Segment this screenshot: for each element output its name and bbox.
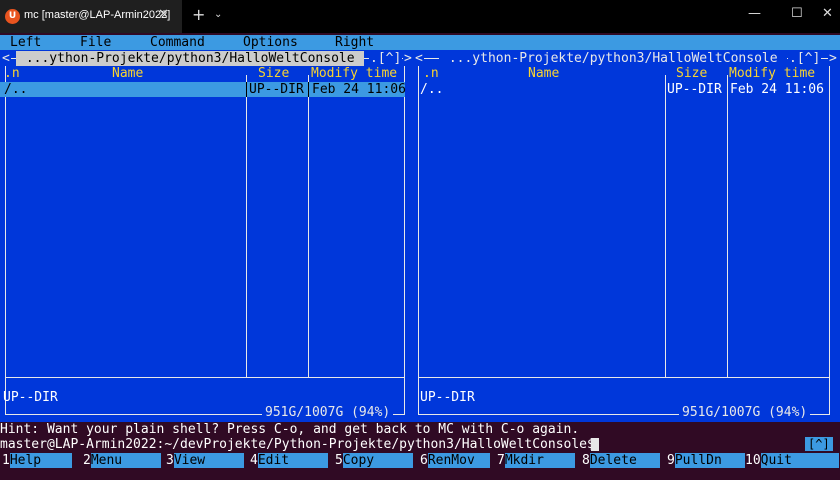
right-panel[interactable]: < ...ython-Projekte/python3/HalloWeltCon… xyxy=(413,50,840,422)
sort-indicator[interactable]: .n xyxy=(423,66,439,81)
free-space: 951G/1007G (94%) xyxy=(262,405,394,420)
fkey-label: Help xyxy=(9,453,72,468)
history-back-arrow[interactable]: < xyxy=(1,51,11,66)
fkey-label: Edit xyxy=(257,453,328,468)
hint-line: Hint: Want your plain shell? Press C-o, … xyxy=(0,422,580,437)
fkey-number: 5 xyxy=(335,453,343,468)
file-size: UP--DIR xyxy=(667,82,722,97)
column-name[interactable]: Name xyxy=(112,66,143,81)
fkey-renmov[interactable]: 6RenMov xyxy=(420,453,490,468)
fkey-label: RenMov xyxy=(427,453,490,468)
fkey-number: 3 xyxy=(166,453,174,468)
left-panel[interactable]: < ...ython-Projekte/python3/HalloWeltCon… xyxy=(0,50,413,422)
close-window-icon[interactable]: ✕ xyxy=(822,6,833,21)
fkey-delete[interactable]: 8Delete xyxy=(582,453,660,468)
mini-status: UP--DIR xyxy=(420,390,475,405)
function-key-bar: 1Help 2Menu 3View 4Edit 5Copy 6RenMov 7M… xyxy=(0,453,840,468)
fkey-label: PullDn xyxy=(674,453,745,468)
fkey-label: Quit xyxy=(760,453,839,468)
column-modify-time[interactable]: Modify time xyxy=(729,66,815,81)
fkey-menu[interactable]: 2Menu xyxy=(83,453,161,468)
close-tab-icon[interactable]: ✕ xyxy=(158,7,169,22)
fkey-pulldn[interactable]: 9PullDn xyxy=(667,453,745,468)
fkey-number: 8 xyxy=(582,453,590,468)
file-name: /.. xyxy=(4,82,28,97)
column-modify-time[interactable]: Modify time xyxy=(311,66,397,81)
panel-separator xyxy=(418,377,830,378)
free-space: 951G/1007G (94%) xyxy=(679,405,811,420)
fkey-number: 1 xyxy=(2,453,10,468)
ubuntu-icon: U xyxy=(5,9,20,24)
fkey-number: 7 xyxy=(497,453,505,468)
panel-hotlist[interactable]: .[^] xyxy=(369,51,403,66)
panel-frame xyxy=(418,58,830,415)
fkey-label: Menu xyxy=(90,453,161,468)
fkey-number: 2 xyxy=(83,453,91,468)
file-mtime: Feb 24 11:06 xyxy=(312,82,406,97)
panel-path[interactable]: ...ython-Projekte/python3/HalloWeltConso… xyxy=(439,51,788,66)
column-divider xyxy=(308,75,309,377)
fkey-label: View xyxy=(173,453,244,468)
text-cursor xyxy=(591,438,599,451)
column-divider xyxy=(727,75,728,377)
sort-indicator[interactable]: .n xyxy=(4,66,20,81)
terminal-tab[interactable]: U mc [master@LAP-Armin2022] ✕ xyxy=(0,0,182,33)
file-row-selected[interactable]: /.. UP--DIR Feb 24 11:06 xyxy=(0,82,406,97)
column-name[interactable]: Name xyxy=(528,66,559,81)
fkey-label: Delete xyxy=(589,453,660,468)
fkey-mkdir[interactable]: 7Mkdir xyxy=(497,453,575,468)
menu-command[interactable]: Command xyxy=(150,35,205,50)
file-name[interactable]: /.. xyxy=(420,82,443,97)
file-mtime: Feb 24 11:06 xyxy=(730,82,824,97)
fkey-help[interactable]: 1Help xyxy=(2,453,72,468)
window-titlebar: U mc [master@LAP-Armin2022] ✕ + ⌄ — ☐ ✕ xyxy=(0,0,840,33)
maximize-icon[interactable]: ☐ xyxy=(791,6,803,21)
fkey-number: 10 xyxy=(745,453,761,468)
fkey-label: Copy xyxy=(342,453,413,468)
mini-status: UP--DIR xyxy=(3,390,58,405)
new-tab-icon[interactable]: + xyxy=(192,5,205,24)
panel-path[interactable]: ...ython-Projekte/python3/HalloWeltConso… xyxy=(16,51,365,66)
fkey-quit[interactable]: 10Quit xyxy=(745,453,839,468)
panel-separator xyxy=(5,377,405,378)
fkey-number: 6 xyxy=(420,453,428,468)
column-size[interactable]: Size xyxy=(676,66,707,81)
column-divider xyxy=(246,75,247,377)
terminal-indicator[interactable]: [^] xyxy=(805,437,833,451)
file-size: UP--DIR xyxy=(249,82,304,97)
fkey-view[interactable]: 3View xyxy=(166,453,244,468)
fkey-copy[interactable]: 5Copy xyxy=(335,453,413,468)
shell-prompt[interactable]: master@LAP-Armin2022:~/devProjekte/Pytho… xyxy=(0,437,595,452)
fkey-label: Mkdir xyxy=(504,453,575,468)
menu-left[interactable]: Left xyxy=(10,35,41,50)
cell-divider xyxy=(246,82,247,97)
tab-title: mc [master@LAP-Armin2022] xyxy=(24,9,171,21)
minimize-icon[interactable]: — xyxy=(748,6,761,21)
menu-file[interactable]: File xyxy=(80,35,111,50)
column-divider xyxy=(665,75,666,377)
fkey-number: 4 xyxy=(250,453,258,468)
fkey-edit[interactable]: 4Edit xyxy=(250,453,328,468)
history-back-arrow[interactable]: < xyxy=(414,51,424,66)
menu-bar: Left File Command Options Right xyxy=(0,35,840,50)
menu-options[interactable]: Options xyxy=(243,35,298,50)
panel-frame xyxy=(5,58,405,415)
column-size[interactable]: Size xyxy=(258,66,289,81)
panel-hotlist[interactable]: .[^] xyxy=(788,51,822,66)
history-forward-arrow[interactable]: > xyxy=(828,51,838,66)
chevron-down-icon[interactable]: ⌄ xyxy=(214,9,222,20)
cell-divider xyxy=(308,82,309,97)
history-forward-arrow[interactable]: > xyxy=(403,51,413,66)
fkey-number: 9 xyxy=(667,453,675,468)
menu-right[interactable]: Right xyxy=(335,35,374,50)
